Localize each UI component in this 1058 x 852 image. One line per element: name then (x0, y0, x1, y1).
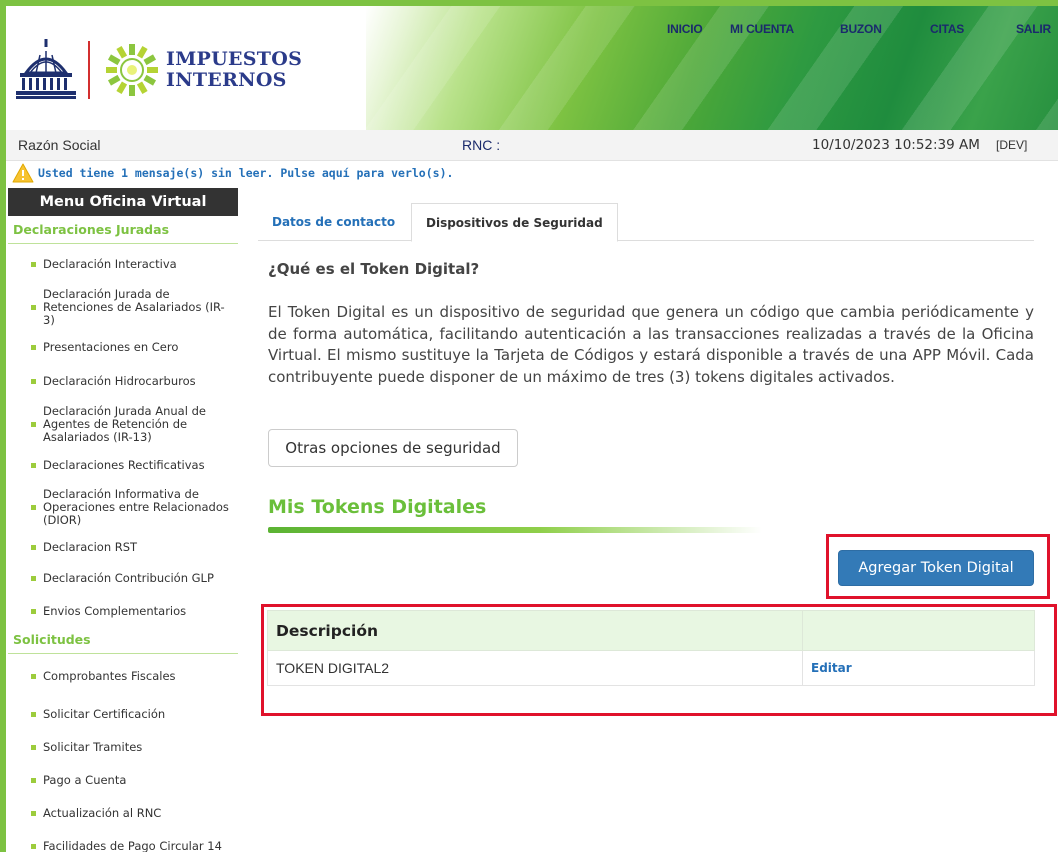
bullet-icon (31, 378, 36, 384)
sidebar-item-label: Solicitar Certificación (43, 707, 166, 721)
sidebar-item-label: Declaración Jurada de Retenciones de Asa… (43, 286, 225, 327)
bullet-icon (31, 844, 36, 849)
nav-mi-cuenta[interactable]: MI CUENTA (730, 22, 794, 36)
sidebar-item-rst[interactable]: Declaracion RST (8, 534, 238, 560)
otras-opciones-button[interactable]: Otras opciones de seguridad (268, 429, 518, 467)
nav-buzon[interactable]: BUZON (840, 22, 882, 36)
nav-citas[interactable]: CITAS (930, 22, 964, 36)
logo-text-line2: INTERNOS (166, 69, 287, 91)
table-header-row: Descripción (267, 610, 1035, 651)
warning-icon (12, 163, 34, 183)
sidebar-item-label: Comprobantes Fiscales (43, 668, 176, 683)
sidebar-item-glp[interactable]: Declaración Contribución GLP (8, 560, 238, 596)
token-description: El Token Digital es un dispositivo de se… (268, 303, 1034, 386)
sidebar-item-label: Declaración Jurada Anual de Agentes de R… (43, 403, 206, 444)
bullet-icon (31, 261, 36, 267)
sidebar-item-label: Declaración Interactiva (43, 256, 177, 271)
rnc-label: RNC : (462, 137, 501, 153)
logo-text-line1: IMPUESTOS (166, 48, 303, 70)
sidebar-item-label: Declaraciones Rectificativas (43, 457, 205, 472)
token-heading: ¿Qué es el Token Digital? (268, 260, 480, 278)
sidebar-item-certificacion[interactable]: Solicitar Certificación (8, 698, 238, 731)
logo-text: IMPUESTOS INTERNOS (166, 49, 302, 91)
sidebar-item-facilidades-pago[interactable]: Facilidades de Pago Circular 14 (8, 830, 238, 852)
main-content: Datos de contacto Dispositivos de Seguri… (258, 188, 1057, 852)
bullet-icon (31, 462, 36, 468)
unread-message-link[interactable]: Usted tiene 1 mensaje(s) sin leer. Pulse… (38, 166, 453, 180)
bullet-icon (31, 778, 36, 783)
edit-link[interactable]: Editar (802, 650, 1035, 686)
sidebar-item-envios-complementarios[interactable]: Envios Complementarios (8, 596, 238, 626)
sidebar-item-label: Declaración Contribución GLP (43, 570, 214, 585)
sidebar-item-ir13[interactable]: Declaración Jurada Anual de Agentes de R… (8, 398, 238, 450)
tab-bar: Datos de contacto Dispositivos de Seguri… (258, 203, 1034, 242)
sidebar-item-rectificativas[interactable]: Declaraciones Rectificativas (8, 450, 238, 480)
sidebar-section-declaraciones[interactable]: Declaraciones Juradas (8, 216, 238, 244)
tab-datos-contacto[interactable]: Datos de contacto (258, 203, 409, 241)
datetime-text: 10/10/2023 10:52:39 AM (812, 137, 980, 153)
sidebar-item-label: Solicitar Tramites (43, 740, 143, 754)
sidebar-item-dior[interactable]: Declaración Informativa de Operaciones e… (8, 480, 238, 534)
token-description-cell: TOKEN DIGITAL2 (267, 650, 803, 686)
sidebar-item-label: Declaracion RST (43, 539, 138, 554)
tokens-table: Descripción TOKEN DIGITAL2 Editar (267, 610, 1035, 686)
bullet-icon (31, 673, 36, 679)
sidebar-item-actualizacion-rnc[interactable]: Actualización al RNC (8, 797, 238, 830)
bullet-icon (31, 608, 36, 614)
bullet-icon (31, 421, 36, 427)
sidebar-item-comprobantes[interactable]: Comprobantes Fiscales (8, 654, 238, 698)
sidebar-item-tramites[interactable]: Solicitar Tramites (8, 731, 238, 764)
sidebar-item-label: Envios Complementarios (43, 603, 187, 618)
sidebar-item-ir3[interactable]: Declaración Jurada de Retenciones de Asa… (8, 284, 238, 330)
environment-badge: [DEV] (996, 138, 1028, 152)
nav-salir[interactable]: SALIR (1016, 22, 1051, 36)
sidebar-item-declaracion-interactiva[interactable]: Declaración Interactiva (8, 244, 238, 284)
agregar-token-button[interactable]: Agregar Token Digital (838, 550, 1034, 586)
logo-divider (88, 41, 90, 99)
column-header-descripcion: Descripción (267, 610, 803, 651)
bullet-icon (31, 712, 36, 717)
bullet-icon (31, 504, 36, 510)
table-row: TOKEN DIGITAL2 Editar (267, 650, 1035, 686)
info-bar: Razón Social RNC : 10/10/2023 10:52:39 A… (6, 130, 1058, 161)
sidebar-item-label: Pago a Cuenta (43, 773, 127, 787)
unread-message-bar: Usted tiene 1 mensaje(s) sin leer. Pulse… (6, 161, 1058, 185)
sidebar: Menu Oficina Virtual Declaraciones Jurad… (8, 188, 238, 852)
bullet-icon (31, 344, 36, 350)
sidebar-item-presentaciones-cero[interactable]: Presentaciones en Cero (8, 330, 238, 364)
tab-dispositivos-seguridad[interactable]: Dispositivos de Seguridad (411, 203, 618, 242)
sidebar-item-label: Facilidades de Pago Circular 14 (43, 839, 222, 852)
header: IMPUESTOS INTERNOS INICIO MI CUENTA BUZO… (6, 6, 1058, 130)
sidebar-item-label: Declaración Hidrocarburos (43, 373, 196, 388)
logo[interactable]: IMPUESTOS INTERNOS (16, 30, 356, 110)
dome-icon (16, 39, 76, 99)
nav-inicio[interactable]: INICIO (667, 22, 703, 36)
razon-social-label: Razón Social (18, 137, 101, 153)
sidebar-item-hidrocarburos[interactable]: Declaración Hidrocarburos (8, 364, 238, 398)
column-header-actions (802, 610, 1035, 651)
bullet-icon (31, 575, 36, 581)
bullet-icon (31, 811, 36, 816)
sidebar-list-declaraciones: Declaración Interactiva Declaración Jura… (8, 244, 238, 626)
sidebar-list-solicitudes: Comprobantes Fiscales Solicitar Certific… (8, 654, 238, 852)
bullet-icon (31, 304, 36, 310)
section-underline (268, 527, 762, 533)
sidebar-title: Menu Oficina Virtual (8, 188, 238, 216)
sidebar-section-solicitudes[interactable]: Solicitudes (8, 626, 238, 654)
sidebar-item-label: Actualización al RNC (43, 806, 162, 820)
bullet-icon (31, 544, 36, 550)
bullet-icon (31, 745, 36, 750)
mis-tokens-title: Mis Tokens Digitales (268, 496, 487, 518)
sun-icon (106, 44, 158, 96)
sidebar-item-label: Presentaciones en Cero (43, 339, 179, 354)
sidebar-item-label: Declaración Informativa de Operaciones e… (43, 486, 229, 527)
sidebar-item-pago-cuenta[interactable]: Pago a Cuenta (8, 764, 238, 797)
